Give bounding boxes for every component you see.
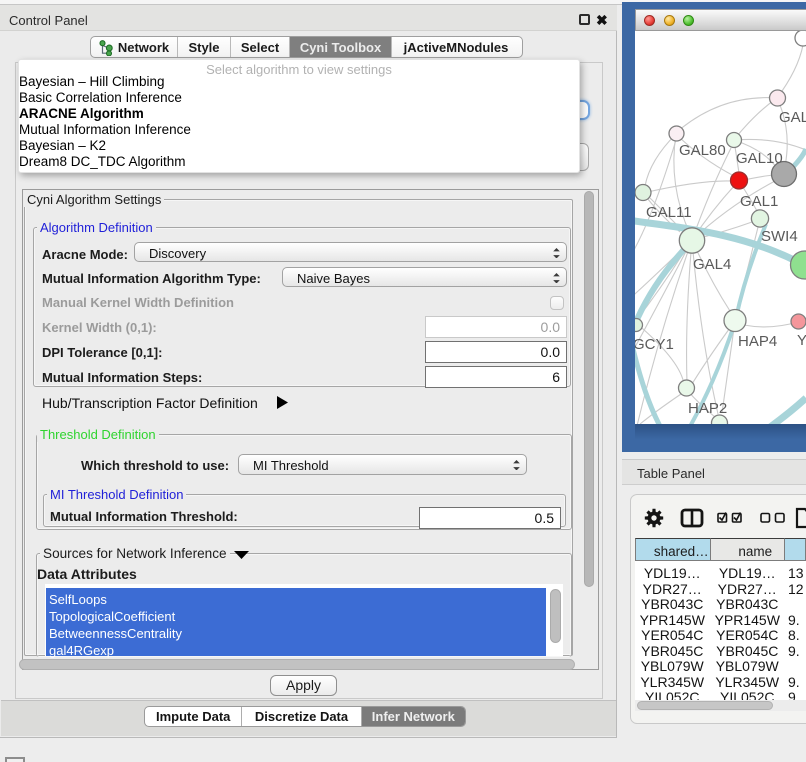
svg-text:HAP2: HAP2 (688, 400, 727, 417)
svg-text:GAL: GAL (779, 109, 806, 126)
svg-text:GCY1: GCY1 (635, 336, 674, 353)
svg-text:GAL4: GAL4 (693, 256, 731, 273)
svg-text:SWI4: SWI4 (761, 228, 798, 245)
svg-text:GAL11: GAL11 (646, 204, 692, 221)
svg-text:GAL10: GAL10 (736, 150, 783, 167)
svg-text:Y: Y (797, 332, 806, 349)
svg-text:GAL1: GAL1 (740, 193, 778, 210)
svg-text:GAL80: GAL80 (679, 142, 726, 159)
svg-text:HAP4: HAP4 (738, 333, 777, 350)
